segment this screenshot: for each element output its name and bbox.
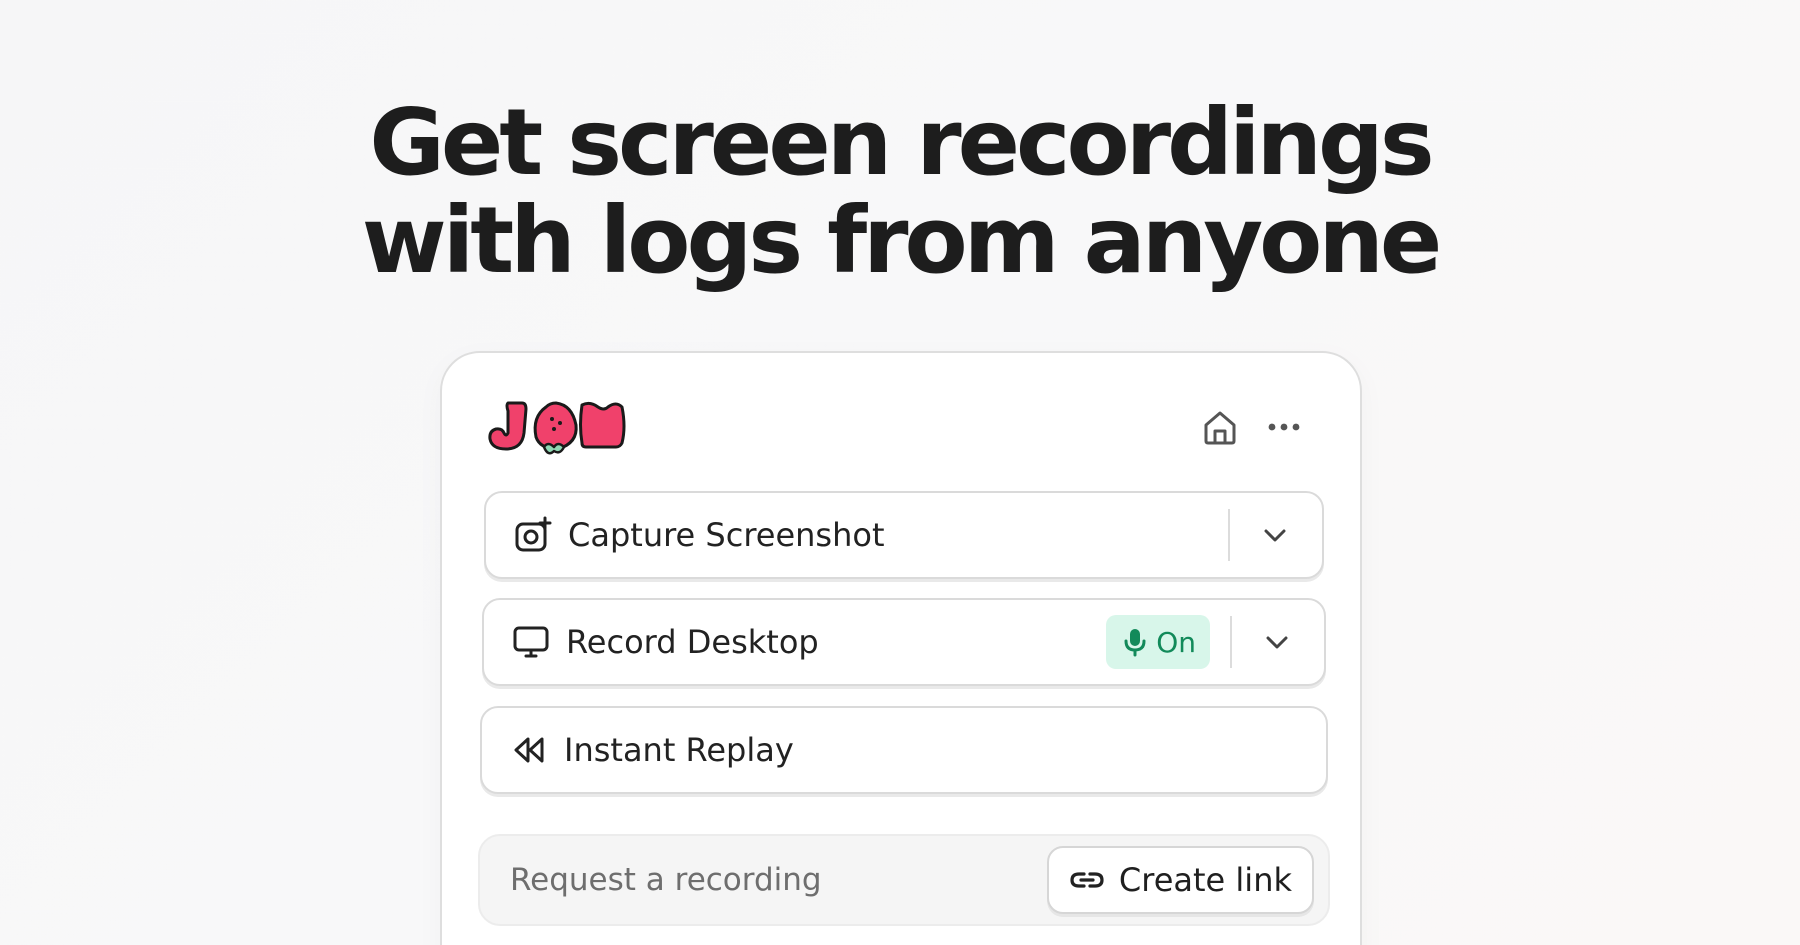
rewind-icon [510,731,548,769]
create-link-label: Create link [1118,861,1292,899]
jam-logo [486,397,626,457]
microphone-toggle[interactable]: On [1106,615,1210,669]
record-desktop-button[interactable]: Record Desktop On [482,598,1326,686]
instant-replay-label: Instant Replay [564,731,794,769]
microphone-status: On [1156,625,1196,659]
capture-screenshot-label: Capture Screenshot [568,516,885,554]
more-icon[interactable] [1262,405,1306,449]
page-headline: Get screen recordings with logs from any… [0,94,1800,290]
capture-screenshot-button[interactable]: Capture Screenshot [484,491,1324,579]
link-icon [1067,860,1107,900]
headline-line-1: Get screen recordings [369,89,1434,196]
monitor-icon [512,623,550,661]
microphone-icon [1120,627,1150,657]
instant-replay-button[interactable]: Instant Replay [480,706,1328,794]
request-recording-bar: Create link [478,834,1330,926]
divider [1230,616,1232,668]
camera-plus-icon [514,516,552,554]
record-desktop-label: Record Desktop [566,623,819,661]
jam-popup-card: Capture Screenshot Record Desktop On Ins… [440,351,1362,945]
headline-line-2: with logs from anyone [361,187,1443,294]
request-recording-input[interactable] [508,861,1047,899]
chevron-down-icon[interactable] [1258,518,1292,552]
chevron-down-icon[interactable] [1260,625,1294,659]
home-icon[interactable] [1198,405,1242,449]
divider [1228,509,1230,561]
create-link-button[interactable]: Create link [1046,846,1314,914]
